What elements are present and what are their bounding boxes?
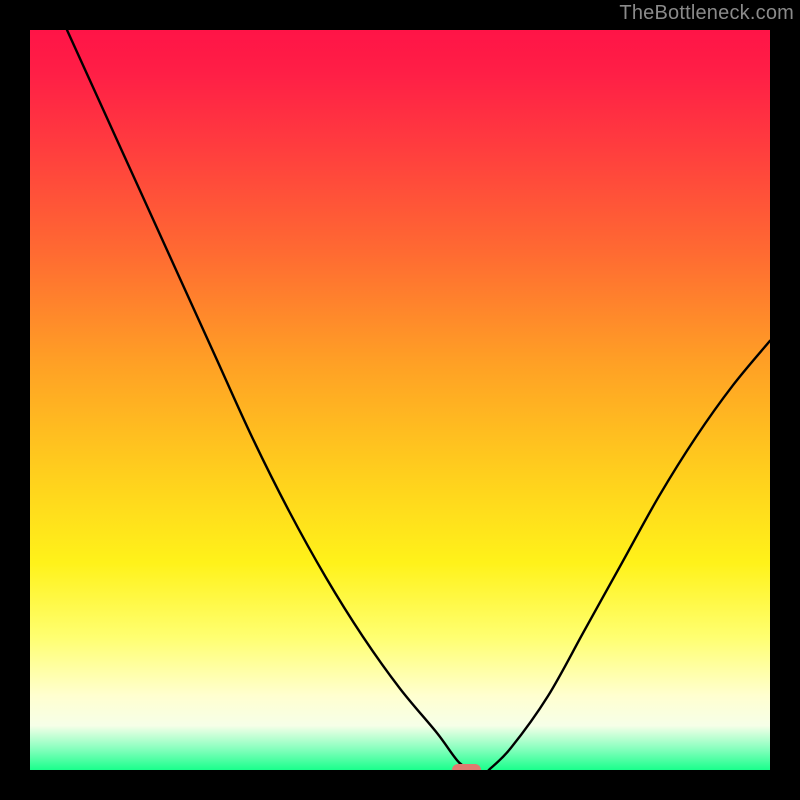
- min-marker: [452, 764, 482, 770]
- plot-area: [30, 30, 770, 770]
- chart-frame: TheBottleneck.com: [0, 0, 800, 800]
- curve-right-branch: [489, 341, 770, 770]
- watermark-text: TheBottleneck.com: [619, 2, 794, 25]
- bottleneck-curve: [30, 30, 770, 770]
- curve-left-branch: [67, 30, 474, 770]
